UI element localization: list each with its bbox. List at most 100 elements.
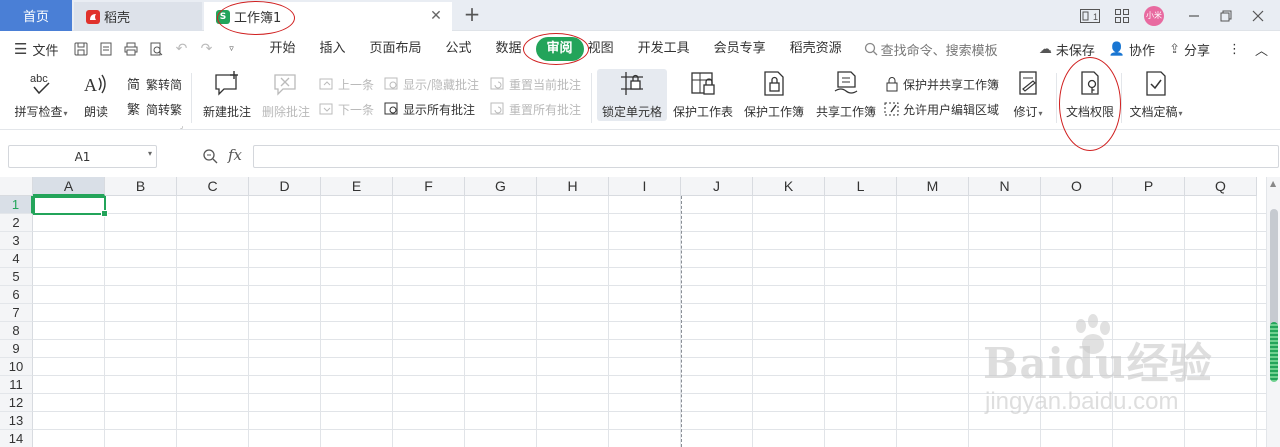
scroll-thumb[interactable] xyxy=(1270,209,1278,329)
column-header-d[interactable]: D xyxy=(249,177,321,196)
row-header-1[interactable]: 1 xyxy=(0,196,33,214)
command-search[interactable]: 查找命令、搜索模板 xyxy=(864,40,998,59)
simp-to-trad-button[interactable]: 繁 简转繁 xyxy=(126,99,182,119)
row-header-7[interactable]: 7 xyxy=(0,304,33,322)
fx-icon[interactable]: fx xyxy=(228,146,242,164)
row-header-6[interactable]: 6 xyxy=(0,286,33,304)
unsaved-button[interactable]: ☁ 未保存 xyxy=(1039,40,1095,59)
column-header-g[interactable]: G xyxy=(465,177,537,196)
vertical-scrollbar[interactable]: ▲ xyxy=(1266,177,1280,447)
new-comment-button[interactable]: 新建批注 xyxy=(199,69,255,123)
row-header-5[interactable]: 5 xyxy=(0,268,33,286)
avatar[interactable]: 小米 xyxy=(1144,5,1164,26)
close-icon[interactable] xyxy=(1246,4,1270,28)
select-all-corner[interactable] xyxy=(0,177,33,196)
column-header-e[interactable]: E xyxy=(321,177,393,196)
restore-icon[interactable] xyxy=(1214,4,1238,28)
formula-input[interactable] xyxy=(253,145,1279,168)
menu-tab-data[interactable]: 数据 xyxy=(484,37,534,61)
reset-current-comment-button[interactable]: 重置当前批注 xyxy=(489,74,581,94)
apps-grid-icon[interactable] xyxy=(1110,4,1134,28)
doc-finalize-button[interactable]: 文档定稿▾ xyxy=(1126,69,1186,123)
menu-tab-member[interactable]: 会员专享 xyxy=(702,37,778,61)
allow-edit-ranges-button[interactable]: 允许用户编辑区域 xyxy=(883,99,999,119)
redo-icon[interactable]: ↷ xyxy=(195,38,217,60)
share-button[interactable]: ⇪ 分享 xyxy=(1169,40,1210,59)
collapse-ribbon-icon[interactable]: ︿ xyxy=(1255,40,1268,59)
close-tab-icon[interactable]: ✕ xyxy=(428,8,444,24)
lock-cells-button[interactable]: 锁定单元格 xyxy=(597,69,667,123)
menu-tab-view[interactable]: 视图 xyxy=(586,37,626,61)
row-header-8[interactable]: 8 xyxy=(0,322,33,340)
column-header-l[interactable]: L xyxy=(825,177,897,196)
column-header-p[interactable]: P xyxy=(1113,177,1185,196)
row-header-11[interactable]: 11 xyxy=(0,376,33,394)
file-menu-button[interactable]: ☰ 文件 xyxy=(14,40,58,59)
active-cell[interactable] xyxy=(33,196,108,217)
name-box[interactable]: A1 ▾ xyxy=(8,145,157,168)
show-hide-comment-button[interactable]: 显示/隐藏批注 xyxy=(383,74,479,94)
reset-all-comments-button[interactable]: 重置所有批注 xyxy=(489,99,581,119)
avatar-wrapper[interactable]: 小米 xyxy=(1142,4,1166,28)
row-header-3[interactable]: 3 xyxy=(0,232,33,250)
protect-and-share-button[interactable]: 保护并共享工作簿 xyxy=(883,74,999,94)
undo-icon[interactable]: ↶ xyxy=(170,38,192,60)
menu-tab-home[interactable]: 开始 xyxy=(257,37,307,61)
delete-comment-button[interactable]: 删除批注 xyxy=(259,69,313,123)
window-layout-icon[interactable]: 1 xyxy=(1078,4,1102,28)
protect-workbook-button[interactable]: 保护工作簿 xyxy=(741,69,807,123)
spreadsheet-grid[interactable]: ABCDEFGHIJKLMNOPQ 1 2 3 4 5 6 7 8 9 10 11 12 13 14 xyxy=(0,177,1266,447)
prev-comment-button[interactable]: 上一条 xyxy=(318,74,374,94)
share-workbook-button[interactable]: 共享工作簿 xyxy=(813,69,879,123)
menu-tab-developer[interactable]: 开发工具 xyxy=(626,37,702,61)
tab-workbook[interactable]: S 工作簿1 ✕ xyxy=(204,2,452,31)
menu-tab-review[interactable]: 审阅 xyxy=(535,37,584,61)
cell-area[interactable] xyxy=(33,196,1266,447)
row-header-4[interactable]: 4 xyxy=(0,250,33,268)
column-header-i[interactable]: I xyxy=(609,177,681,196)
column-header-n[interactable]: N xyxy=(969,177,1041,196)
column-header-j[interactable]: J xyxy=(681,177,753,196)
column-header-m[interactable]: M xyxy=(897,177,969,196)
row-header-9[interactable]: 9 xyxy=(0,340,33,358)
menu-tab-daoke-resources[interactable]: 稻壳资源 xyxy=(778,37,854,61)
print-preview-icon[interactable] xyxy=(145,38,167,60)
column-header-a[interactable]: A xyxy=(33,177,105,196)
next-comment-button[interactable]: 下一条 xyxy=(318,99,374,119)
collaborate-button[interactable]: 👤 协作 xyxy=(1109,40,1155,59)
column-header-o[interactable]: O xyxy=(1041,177,1113,196)
tab-home[interactable]: 首页 xyxy=(0,0,72,31)
print-icon[interactable] xyxy=(120,38,142,60)
tab-daoke[interactable]: 稻壳 xyxy=(74,2,202,31)
new-tab-button[interactable]: + xyxy=(460,3,484,27)
doc-permissions-button[interactable]: 文档权限 xyxy=(1064,69,1116,123)
scroll-up-icon[interactable]: ▲ xyxy=(1270,179,1276,188)
column-header-q[interactable]: Q xyxy=(1185,177,1257,196)
minimize-icon[interactable] xyxy=(1182,4,1206,28)
show-all-comments-button[interactable]: 显示所有批注 xyxy=(383,99,475,119)
row-header-10[interactable]: 10 xyxy=(0,358,33,376)
column-header-k[interactable]: K xyxy=(753,177,825,196)
more-options-icon[interactable]: ⋮ xyxy=(1228,42,1241,57)
menu-tab-insert[interactable]: 插入 xyxy=(307,37,357,61)
read-aloud-button[interactable]: A 朗读 xyxy=(76,69,116,123)
column-header-c[interactable]: C xyxy=(177,177,249,196)
menu-tab-page-layout[interactable]: 页面布局 xyxy=(358,37,434,61)
row-header-12[interactable]: 12 xyxy=(0,394,33,412)
menu-tab-formulas[interactable]: 公式 xyxy=(434,37,484,61)
column-header-b[interactable]: B xyxy=(105,177,177,196)
group-launcher-icon[interactable]: ⌟ xyxy=(180,122,183,130)
track-changes-button[interactable]: 修订▾ xyxy=(1008,69,1048,123)
customize-icon[interactable]: ▿ xyxy=(220,38,242,60)
name-box-dropdown-icon[interactable]: ▾ xyxy=(148,149,152,158)
column-header-h[interactable]: H xyxy=(537,177,609,196)
row-header-14[interactable]: 14 xyxy=(0,430,33,447)
save-icon[interactable] xyxy=(70,38,92,60)
export-pdf-icon[interactable] xyxy=(95,38,117,60)
row-header-2[interactable]: 2 xyxy=(0,214,33,232)
trad-to-simp-button[interactable]: 简 繁转简 xyxy=(126,74,182,94)
column-header-f[interactable]: F xyxy=(393,177,465,196)
zoom-search-icon[interactable] xyxy=(202,148,218,168)
protect-sheet-button[interactable]: 保护工作表 xyxy=(671,69,735,123)
spell-check-button[interactable]: abc 拼写检查▾ xyxy=(10,69,72,123)
